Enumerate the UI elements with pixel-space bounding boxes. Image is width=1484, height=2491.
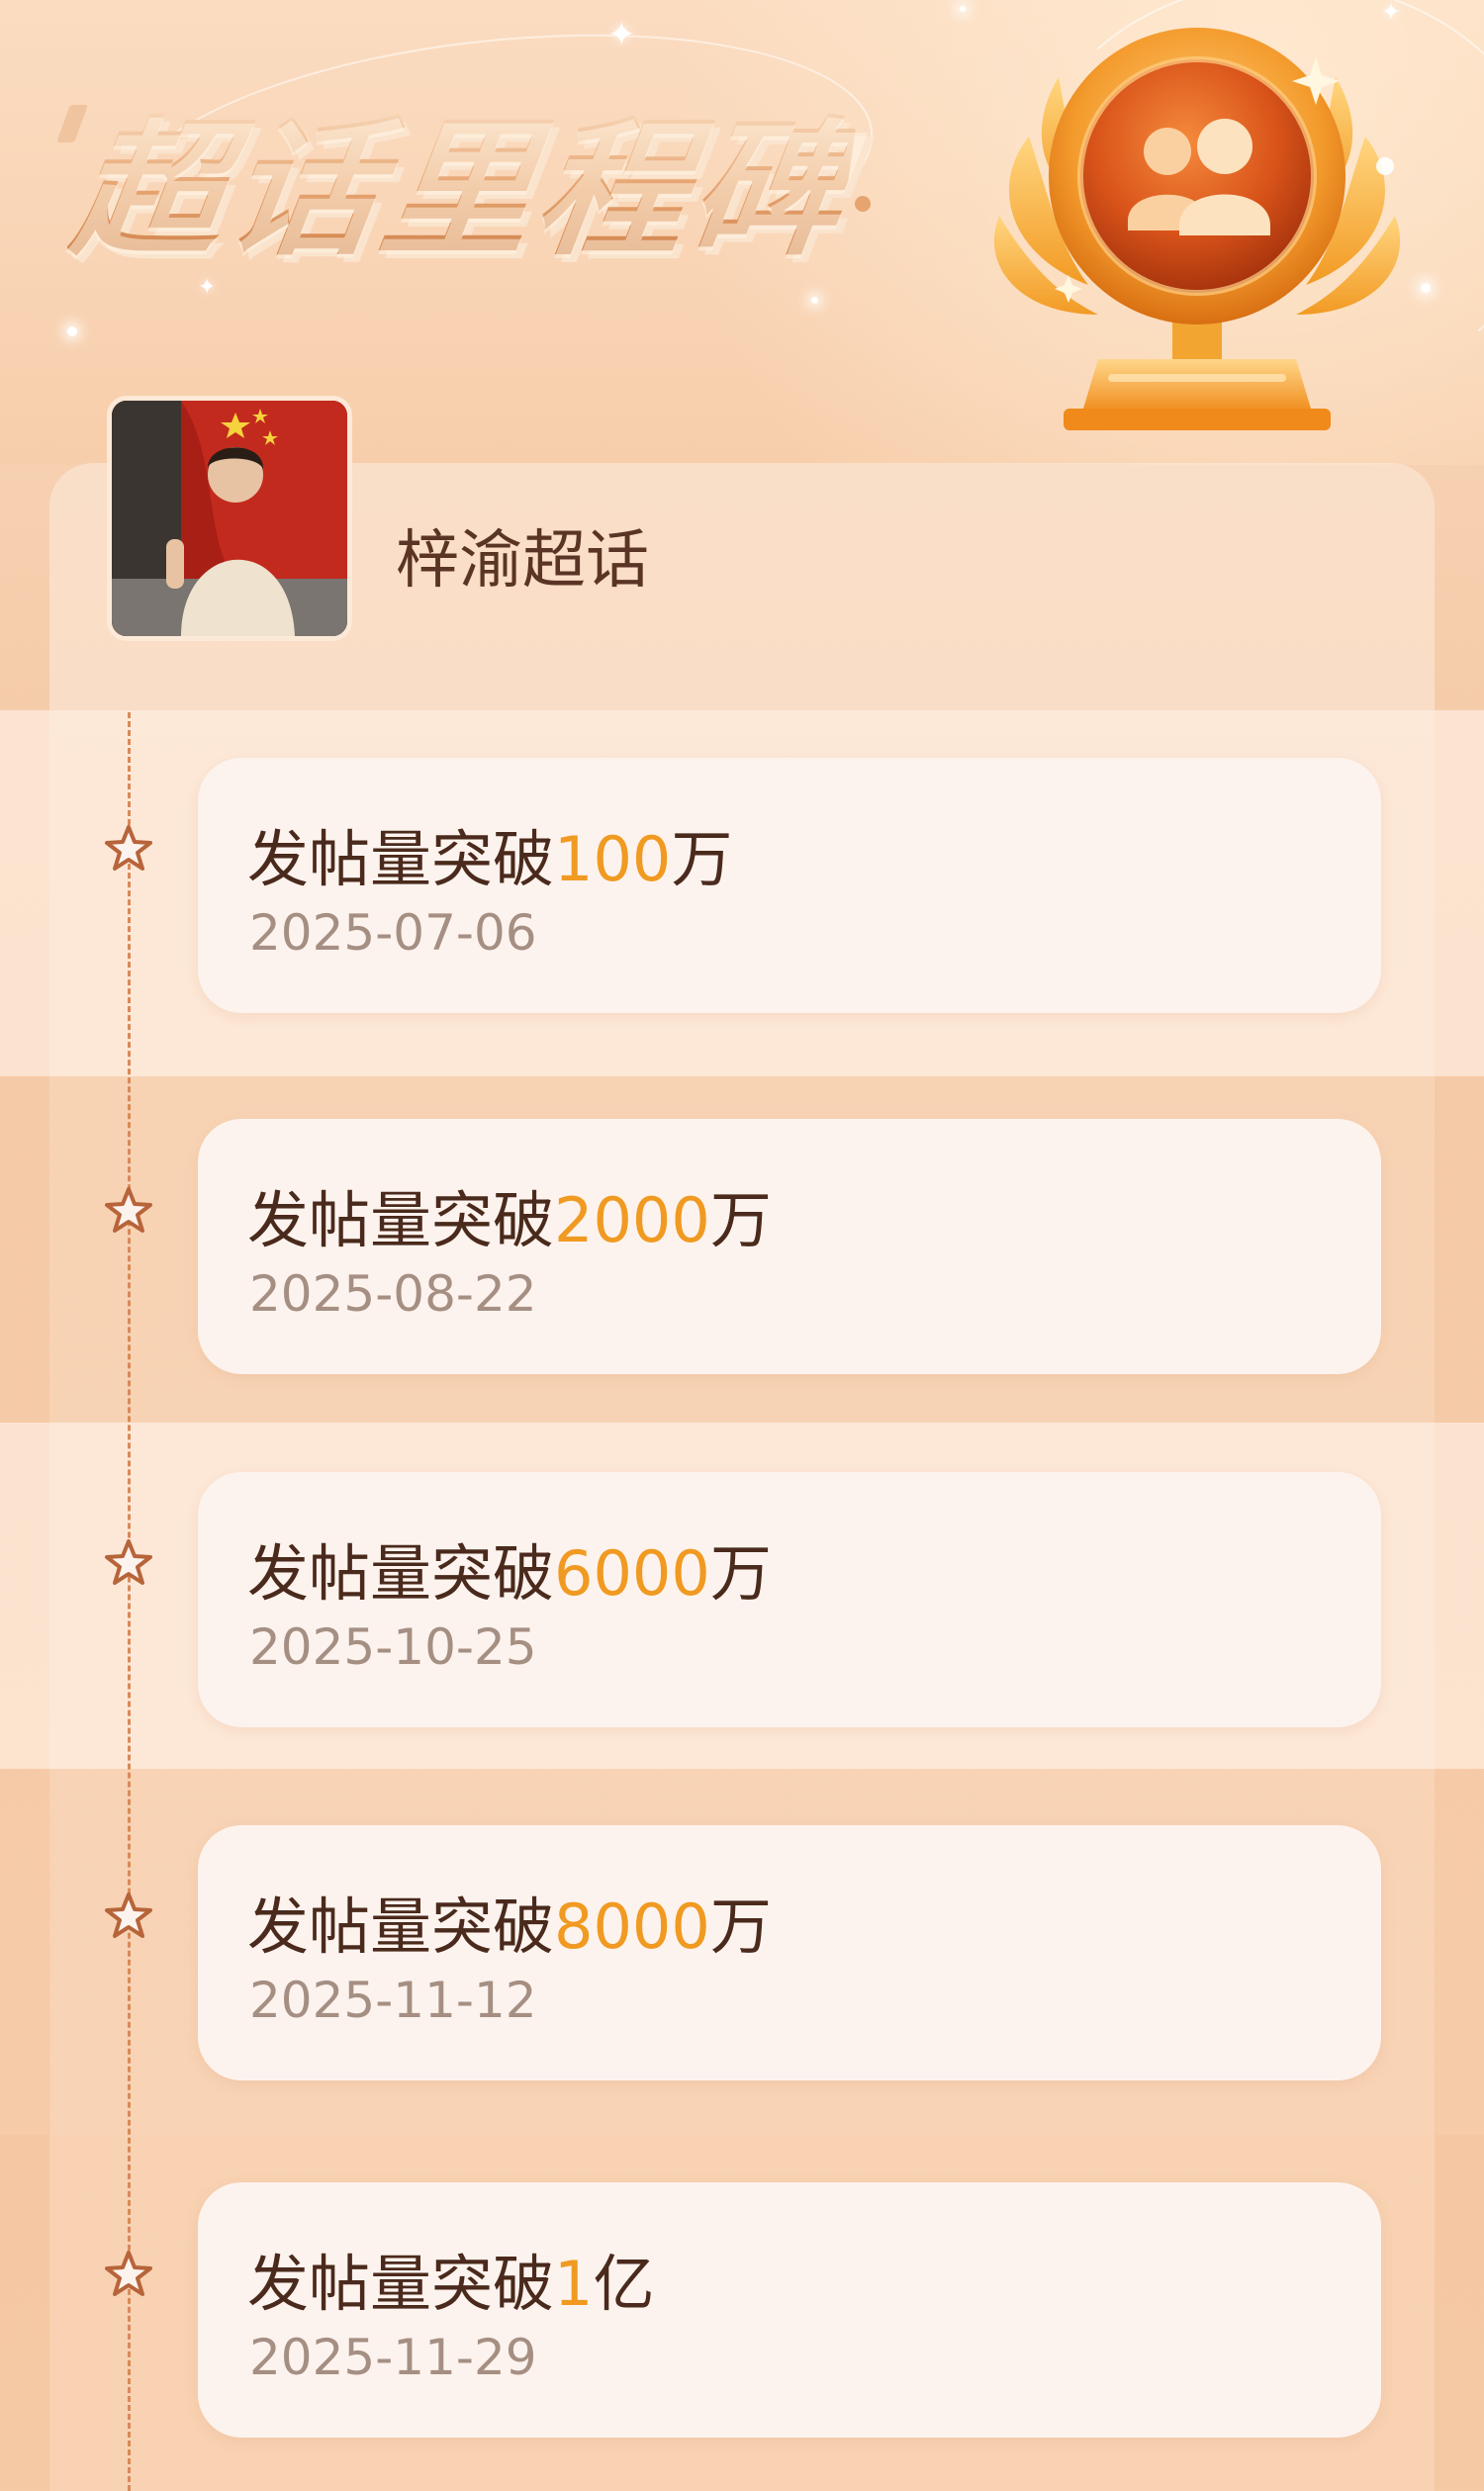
star-icon	[105, 1187, 152, 1233]
sparkle-dot	[811, 297, 818, 304]
milestone-title: 发帖量突破1亿	[247, 2234, 654, 2323]
milestone-prefix: 发帖量突破	[247, 1537, 555, 1610]
milestone-date: 2025-11-29	[249, 2329, 537, 2386]
star-icon	[105, 1892, 152, 1938]
star-icon	[105, 1539, 152, 1585]
sparkle-dot	[960, 6, 966, 12]
milestone-unit: 万	[671, 823, 733, 895]
milestone-date: 2025-10-25	[249, 1618, 537, 1676]
milestone-prefix: 发帖量突破	[247, 1891, 555, 1963]
community-name[interactable]: 梓渝超话	[396, 509, 649, 600]
milestone-item: 发帖量突破8000万 2025-11-12	[198, 1825, 1381, 2080]
milestone-unit: 万	[709, 1537, 772, 1610]
milestone-date: 2025-08-22	[249, 1265, 537, 1323]
title-decoration	[855, 196, 871, 212]
avatar-image	[112, 401, 347, 636]
page-title: 超话里程碑	[62, 69, 865, 284]
milestone-title: 发帖量突破8000万	[247, 1877, 772, 1966]
milestone-unit: 亿	[593, 2248, 655, 2320]
milestone-date: 2025-07-06	[249, 904, 537, 962]
star-icon	[105, 2251, 152, 2296]
timeline-line	[128, 712, 131, 2491]
milestone-number: 100	[554, 823, 672, 895]
milestone-unit: 万	[709, 1184, 772, 1256]
milestone-prefix: 发帖量突破	[247, 823, 555, 895]
milestone-date: 2025-11-12	[249, 1972, 537, 2029]
sparkle-icon: ✦	[607, 15, 636, 54]
star-icon	[105, 825, 152, 871]
milestone-item: 发帖量突破6000万 2025-10-25	[198, 1472, 1381, 1727]
milestone-title: 发帖量突破6000万	[247, 1523, 772, 1613]
milestone-title: 发帖量突破100万	[247, 809, 732, 898]
sparkle-dot	[67, 326, 77, 336]
community-trophy-icon	[993, 28, 1401, 430]
milestone-number: 8000	[554, 1891, 710, 1963]
milestone-item: 发帖量突破100万 2025-07-06	[198, 758, 1381, 1013]
milestone-prefix: 发帖量突破	[247, 2248, 555, 2320]
milestone-prefix: 发帖量突破	[247, 1184, 555, 1256]
milestone-number: 1	[554, 2248, 594, 2320]
milestone-item: 发帖量突破2000万 2025-08-22	[198, 1119, 1381, 1374]
milestone-title: 发帖量突破2000万	[247, 1170, 772, 1259]
milestone-number: 6000	[554, 1537, 710, 1610]
milestone-unit: 万	[709, 1891, 772, 1963]
community-avatar[interactable]	[107, 396, 352, 641]
milestone-number: 2000	[554, 1184, 710, 1256]
milestone-item: 发帖量突破1亿 2025-11-29	[198, 2182, 1381, 2438]
